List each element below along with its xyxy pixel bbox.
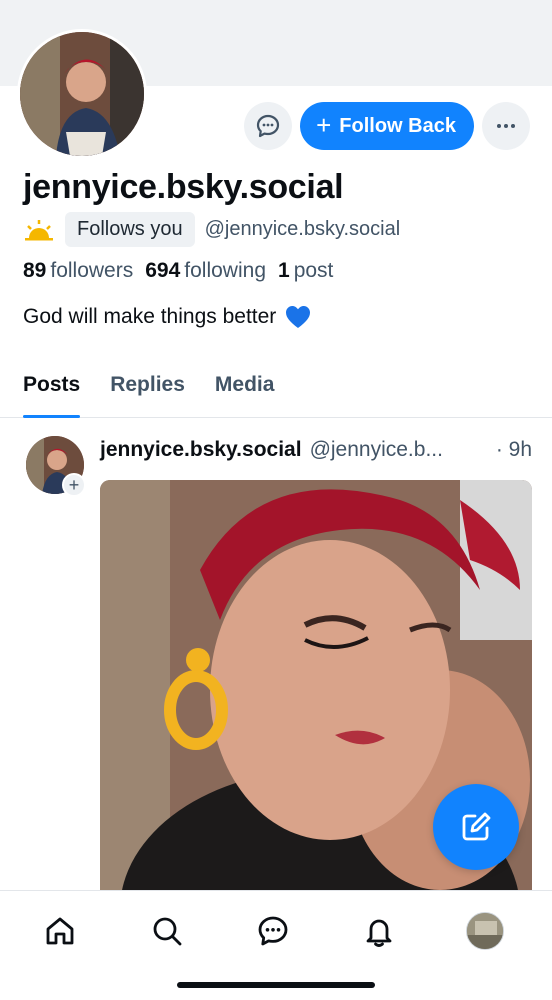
sun-icon <box>25 219 53 240</box>
blue-heart-icon <box>286 306 311 328</box>
posts-stat: 1 post <box>278 259 333 283</box>
follows-you-badge: Follows you <box>65 212 195 247</box>
chat-icon <box>258 916 288 946</box>
avatar-photo <box>20 32 144 156</box>
more-options-button[interactable] <box>482 102 530 150</box>
chat-bubble-icon <box>257 114 280 138</box>
profile-tabs: Posts Replies Media <box>0 364 552 418</box>
home-indicator <box>177 982 375 988</box>
search-icon <box>153 917 182 946</box>
followers-stat[interactable]: 89 followers <box>23 259 133 283</box>
tab-media[interactable]: Media <box>215 364 275 418</box>
follow-back-button[interactable]: + Follow Back <box>300 102 474 150</box>
nav-home[interactable] <box>38 909 82 953</box>
profile-handle: @jennyice.bsky.social <box>204 218 401 240</box>
bell-icon <box>366 919 392 947</box>
bio-text: God will make things better <box>23 305 277 328</box>
nav-notifications[interactable] <box>357 909 401 953</box>
post-author-handle[interactable]: @jennyice.b... <box>310 438 488 462</box>
following-stat[interactable]: 694 following <box>145 259 266 283</box>
posts-count: 1 <box>278 259 290 282</box>
plus-icon: + <box>316 110 332 140</box>
follow-author-plus-icon[interactable]: + <box>62 473 86 497</box>
tab-posts[interactable]: Posts <box>23 364 81 418</box>
followers-count: 89 <box>23 259 47 282</box>
post-author-name[interactable]: jennyice.bsky.social <box>100 438 302 462</box>
nav-messages[interactable] <box>251 909 295 953</box>
compose-post-button[interactable] <box>433 784 519 870</box>
profile-avatar <box>466 912 504 950</box>
more-dots-icon <box>497 124 515 128</box>
posts-label: post <box>293 259 334 282</box>
message-button[interactable] <box>244 102 293 150</box>
follow-back-label: Follow Back <box>339 114 456 137</box>
home-icon <box>46 917 74 945</box>
following-label: following <box>184 259 266 282</box>
profile-bio: God will make things better <box>23 304 312 330</box>
post-timestamp: · 9h <box>495 438 532 461</box>
profile-avatar[interactable] <box>17 29 147 159</box>
compose-icon <box>462 812 491 841</box>
following-count: 694 <box>145 259 181 282</box>
nav-search[interactable] <box>145 909 189 953</box>
profile-display-name: jennyice.bsky.social <box>23 168 344 206</box>
followers-label: followers <box>50 259 134 282</box>
nav-profile[interactable] <box>463 909 507 953</box>
tab-replies[interactable]: Replies <box>110 364 185 418</box>
